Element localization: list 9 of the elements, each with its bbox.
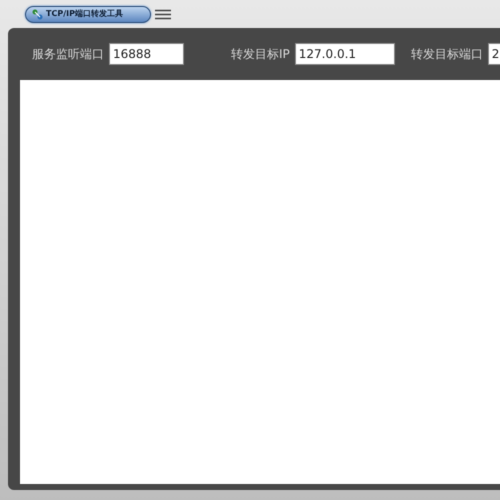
network-icon <box>32 8 43 20</box>
field-label: 服务监听端口 <box>32 46 104 63</box>
menu-icon[interactable] <box>155 8 171 20</box>
input-field[interactable]: 16888 <box>109 43 184 65</box>
field-label: 转发目标端口 <box>410 46 483 63</box>
input-field[interactable]: 2 <box>488 43 500 65</box>
input-field[interactable]: 127.0.0.1 <box>294 43 395 65</box>
field-label: 转发目标IP <box>231 46 290 63</box>
window-title: TCP/IP端口转发工具 <box>46 10 123 18</box>
